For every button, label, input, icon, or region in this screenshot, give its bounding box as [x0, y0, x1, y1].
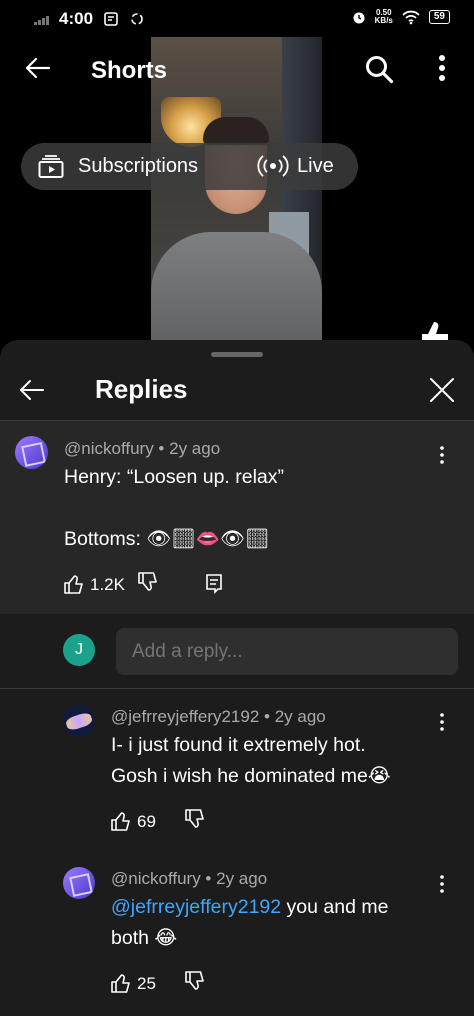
status-time: 4:00 [59, 9, 94, 28]
reply-composer: J [0, 614, 474, 689]
live-chip[interactable]: Live [297, 155, 334, 178]
like-count: 69 [137, 812, 156, 831]
battery-indicator: 59 [428, 10, 450, 24]
live-icon[interactable] [257, 153, 289, 179]
replies-sheet: Replies @nickoffury • 2y ago Henry: “Loo… [0, 340, 474, 1016]
comment-text: @jefrreyjeffery2192 you and me both 😂 [111, 892, 388, 954]
comment-meta: @jefrreyjeffery2192 • 2y ago [111, 707, 326, 726]
parent-comment: @nickoffury • 2y ago Henry: “Loosen up. … [0, 421, 474, 614]
dislike-icon[interactable] [184, 808, 206, 830]
network-speed: 0.50 KB/s [374, 8, 393, 25]
wifi-icon [402, 10, 420, 25]
like-icon[interactable] [110, 972, 132, 994]
subscriptions-icon[interactable] [38, 155, 64, 179]
divider [0, 688, 474, 689]
like-icon[interactable] [110, 810, 132, 832]
person-hair-shape [203, 117, 269, 145]
comment-menu-icon[interactable] [436, 874, 448, 894]
mention-link[interactable]: @jefrreyjeffery2192 [111, 896, 281, 918]
back-arrow-icon[interactable] [18, 376, 46, 404]
sync-icon [131, 13, 143, 25]
comment-age: 2y ago [274, 707, 326, 726]
comment-meta: @nickoffury • 2y ago [64, 439, 221, 458]
reply-input[interactable] [116, 628, 458, 675]
comment-text: Henry: “Loosen up. relax” Bottoms: 👁🏻👄👁🏻 [64, 466, 285, 550]
notification-icon [104, 12, 118, 26]
avatar[interactable] [63, 705, 95, 737]
comment-menu-icon[interactable] [436, 712, 448, 732]
comment-author[interactable]: @nickoffury [111, 869, 201, 888]
page-title: Shorts [91, 57, 168, 84]
dislike-icon[interactable] [184, 970, 206, 992]
person-body-shape [151, 232, 322, 342]
more-options-icon[interactable] [430, 52, 454, 84]
comment-age: 2y ago [169, 439, 221, 458]
comment-author[interactable]: @nickoffury [64, 439, 154, 458]
reply-icon[interactable] [203, 572, 225, 594]
comment-text: I- i just found it extremely hot. Gosh i… [111, 734, 391, 787]
like-icon[interactable] [63, 573, 85, 595]
like-count: 1.2K [90, 575, 125, 594]
dislike-icon[interactable] [137, 571, 159, 593]
comment-menu-icon[interactable] [436, 445, 448, 465]
close-icon[interactable] [428, 376, 456, 404]
user-avatar: J [63, 634, 95, 666]
alarm-icon [353, 12, 365, 24]
subscriptions-chip[interactable]: Subscriptions [78, 155, 198, 178]
like-count: 25 [137, 974, 156, 993]
shorts-feed-switcher: Subscriptions Live [21, 143, 358, 190]
avatar[interactable] [63, 867, 95, 899]
avatar[interactable] [15, 436, 48, 469]
search-icon[interactable] [364, 54, 394, 84]
comment-author[interactable]: @jefrreyjeffery2192 [111, 707, 259, 726]
comment-meta: @nickoffury • 2y ago [111, 869, 268, 888]
status-bar: 4:00 0.50 KB/s 59 [0, 0, 474, 38]
drag-handle[interactable] [211, 352, 263, 357]
sheet-title: Replies [95, 374, 188, 404]
comment-age: 2y ago [216, 869, 268, 888]
back-arrow-icon[interactable] [24, 54, 52, 82]
signal-icon [34, 13, 49, 25]
